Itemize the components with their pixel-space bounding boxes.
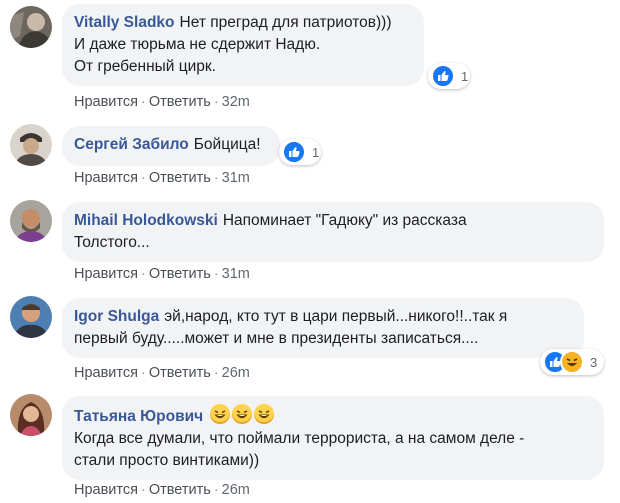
like-button[interactable]: Нравится (74, 266, 138, 282)
comment-text: От гребенный цирк. (74, 58, 216, 75)
laughing-emoji-icon (232, 404, 253, 424)
separator: · (213, 482, 219, 498)
separator: · (140, 94, 146, 110)
user-photo-icon (10, 394, 52, 436)
comment-actions: Нравится · Ответить · 31m (74, 266, 250, 282)
comment-author[interactable]: Vitally Sladko (74, 14, 175, 31)
reactions-summary[interactable]: 1 (279, 139, 321, 165)
separator: · (140, 266, 146, 282)
comment-text: первый буду.....может и мне в президенты… (74, 330, 479, 347)
comment-actions: Нравится · Ответить · 31m (74, 170, 250, 186)
comment-text: Когда все думали, что поймали террориста… (74, 430, 525, 447)
comment-bubble: Татьяна Юрович Когда все думали, что пой… (62, 396, 604, 480)
comment-author[interactable]: Mihail Holodkowski (74, 212, 218, 229)
comment-timestamp[interactable]: 26m (222, 482, 250, 498)
comment-actions: Нравится · Ответить · 26m (74, 482, 250, 498)
comment-author[interactable]: Татьяна Юрович (74, 408, 203, 425)
comment-author[interactable]: Igor Shulga (74, 308, 159, 325)
like-button[interactable]: Нравится (74, 365, 138, 381)
comment-text: Напоминает "Гадюку" из рассказа (222, 212, 467, 229)
reply-button[interactable]: Ответить (149, 94, 211, 110)
comment-bubble: Mihail Holodkowski Напоминает "Гадюку" из… (62, 202, 604, 262)
avatar[interactable] (10, 6, 52, 48)
laughing-emoji-icon (210, 404, 231, 424)
separator: · (140, 365, 146, 381)
comment-bubble: Vitally Sladko Нет преград для патриотов)… (62, 4, 424, 86)
comment-timestamp[interactable]: 32m (222, 94, 250, 110)
separator: · (213, 266, 219, 282)
comment-text: Бойцица! (193, 136, 261, 153)
reactions-summary[interactable]: 3 (540, 349, 604, 375)
comment-timestamp[interactable]: 31m (222, 170, 250, 186)
like-reaction-icon (282, 140, 306, 164)
like-button[interactable]: Нравится (74, 94, 138, 110)
reply-button[interactable]: Ответить (149, 482, 211, 498)
separator: · (213, 94, 219, 110)
user-photo-icon (10, 296, 52, 338)
comment-actions: Нравится · Ответить · 32m (74, 94, 250, 110)
comment-timestamp[interactable]: 26m (222, 365, 250, 381)
comment-actions: Нравится · Ответить · 26m (74, 365, 250, 381)
user-photo-icon (10, 200, 52, 242)
user-photo-icon (10, 124, 52, 166)
reply-button[interactable]: Ответить (149, 365, 211, 381)
avatar[interactable] (10, 394, 52, 436)
comment-bubble: Igor Shulga эй,народ, кто тут в цари перв… (62, 298, 584, 358)
user-photo-icon (10, 6, 52, 48)
avatar[interactable] (10, 296, 52, 338)
laughing-emoji-icon (254, 404, 275, 424)
comment-author[interactable]: Сергей Забило (74, 136, 189, 153)
reaction-count: 3 (590, 354, 598, 370)
comment-timestamp[interactable]: 31m (222, 266, 250, 282)
comment-bubble: Сергей Забило Бойцица! (62, 126, 280, 166)
reply-button[interactable]: Ответить (149, 266, 211, 282)
like-reaction-icon (431, 64, 455, 88)
comment-text: И даже тюрьма не сдержит Надю. (74, 36, 321, 53)
haha-reaction-icon (560, 350, 584, 374)
reaction-count: 1 (312, 144, 320, 160)
avatar[interactable] (10, 124, 52, 166)
reaction-count: 1 (461, 68, 469, 84)
separator: · (140, 482, 146, 498)
reply-button[interactable]: Ответить (149, 170, 211, 186)
like-button[interactable]: Нравится (74, 170, 138, 186)
comment-text: эй,народ, кто тут в цари первый...никого… (164, 308, 508, 325)
comment-text: Нет преград для патриотов))) (179, 14, 392, 31)
comment-text: стали просто винтиками)) (74, 452, 260, 469)
reactions-summary[interactable]: 1 (428, 63, 470, 89)
like-button[interactable]: Нравится (74, 482, 138, 498)
separator: · (213, 365, 219, 381)
separator: · (213, 170, 219, 186)
avatar[interactable] (10, 200, 52, 242)
separator: · (140, 170, 146, 186)
comment-text: Толстого... (74, 234, 150, 251)
